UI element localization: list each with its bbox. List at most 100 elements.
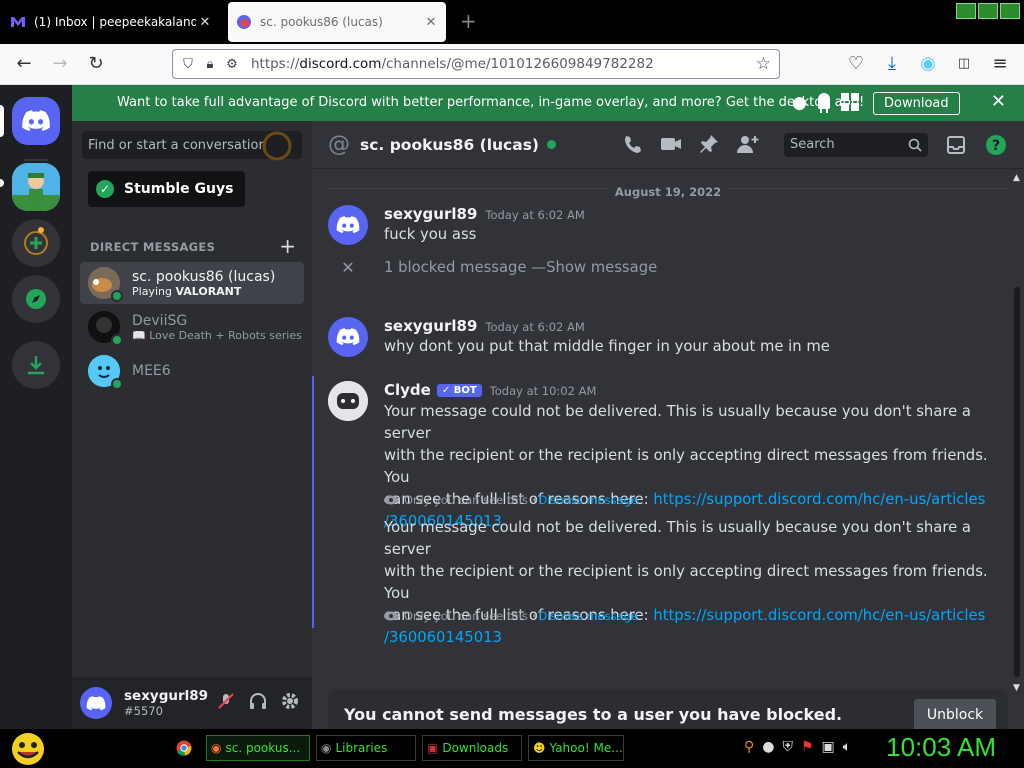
dismiss-message-link[interactable]: Dismiss message — [538, 609, 638, 623]
chat-title[interactable]: sc. pookus86 (lucas) — [360, 136, 539, 154]
message-item[interactable]: sexygurl89 Today at 6:02 AM fuck you ass — [312, 205, 1016, 253]
downloads-icon[interactable]: ⤓ — [880, 52, 904, 76]
reload-icon[interactable]: ↻ — [84, 52, 108, 76]
download-apps-button[interactable] — [12, 341, 60, 389]
blocked-notice-text: You cannot send messages to a user you h… — [344, 705, 843, 724]
close-banner-icon[interactable]: ✕ — [991, 91, 1006, 112]
banner-text: Want to take full advantage of Discord w… — [117, 95, 865, 110]
os-taskbar: ◉ sc. pookus... ◉ Libraries ▣ Downloads ☻ Ya… — [0, 729, 1024, 768]
lock-icon[interactable]: 🔒︎ — [199, 57, 221, 72]
support-link-cont[interactable]: /360060145013 — [384, 627, 1016, 649]
message-content: Your message could not be delivered. Thi… — [384, 401, 1016, 533]
search-tray-icon[interactable]: ⚲ — [744, 739, 754, 755]
tab-discord[interactable]: sc. pookus86 (lucas) ✕ — [228, 2, 446, 42]
shield-icon[interactable]: ⛉ — [177, 57, 199, 72]
clyde-avatar[interactable] — [328, 381, 368, 421]
start-smiley-icon[interactable] — [8, 731, 48, 767]
permissions-icon[interactable]: ⚙ — [221, 57, 243, 72]
action-center-tray-icon[interactable]: ⚑ — [801, 739, 814, 755]
show-message-link[interactable]: Show message — [546, 259, 657, 276]
dm-item-deviisg[interactable]: DeviiSG 📖 Love Death + Robots series... — [80, 306, 304, 348]
mute-mic-icon[interactable] — [216, 691, 236, 711]
minimize-button[interactable] — [956, 3, 976, 19]
close-tab-icon[interactable]: ✕ — [422, 15, 440, 30]
bookmark-star-icon[interactable]: ☆ — [756, 54, 771, 74]
network-tray-icon[interactable]: ▣ — [822, 739, 835, 755]
url-prefix: https:// — [251, 56, 300, 72]
help-icon[interactable]: ? — [986, 135, 1006, 155]
support-link[interactable]: https://support.discord.com/hc/en-us/art… — [653, 491, 985, 508]
dm-item-pookus[interactable]: sc. pookus86 (lucas) Playing VALORANT — [80, 262, 304, 304]
new-tab-button[interactable]: + — [460, 9, 477, 33]
add-friends-to-dm-icon[interactable] — [736, 133, 760, 155]
safely-remove-tray-icon[interactable]: ⛨ — [782, 739, 793, 755]
online-status-icon — [547, 140, 557, 149]
message-author[interactable]: sexygurl89 — [384, 205, 477, 223]
discord-logo-icon — [336, 216, 360, 234]
message-content: fuck you ass — [384, 226, 477, 243]
message-author[interactable]: Clyde — [384, 381, 431, 399]
message-header: sexygurl89 Today at 6:02 AM — [384, 317, 585, 335]
dm-sidebar: Find or start a conversation ✓ Stumble G… — [72, 121, 312, 729]
close-window-button[interactable] — [1000, 3, 1020, 19]
create-dm-button[interactable]: + — [279, 234, 296, 258]
server-stumble-guys[interactable] — [12, 163, 60, 211]
activity-prefix: Playing — [132, 284, 176, 298]
chat-scrollbar[interactable]: ▲ ▼ — [1010, 173, 1024, 693]
add-server-icon — [24, 227, 48, 255]
home-button[interactable] — [12, 97, 60, 145]
dismiss-message-link[interactable]: Dismiss message — [538, 493, 638, 507]
extension-icon[interactable]: ◫ — [952, 52, 976, 76]
unblock-button[interactable]: Unblock — [914, 699, 996, 731]
taskbar-item-firefox[interactable]: ◉ sc. pookus... — [206, 735, 310, 761]
mobile-online-status-icon — [111, 334, 123, 346]
headphones-icon[interactable] — [248, 691, 268, 711]
server-list — [0, 85, 72, 729]
message-author[interactable]: sexygurl89 — [384, 317, 477, 335]
scroll-up-icon[interactable]: ▲ — [1013, 173, 1020, 183]
dm-item-mee6[interactable]: MEE6 — [80, 350, 304, 392]
forward-icon[interactable]: → — [48, 52, 72, 76]
inbox-icon[interactable] — [946, 135, 966, 155]
taskbar-item-libraries[interactable]: ◉ Libraries — [316, 735, 416, 761]
window-controls — [956, 3, 1020, 19]
user-avatar[interactable] — [80, 687, 112, 719]
chrome-icon[interactable] — [176, 740, 192, 756]
ephemeral-note: Only you can see this • Dismiss message — [384, 493, 638, 507]
download-app-button[interactable]: Download — [873, 92, 960, 115]
pinned-messages-icon[interactable] — [698, 133, 720, 155]
menu-icon[interactable]: ≡ — [988, 52, 1012, 76]
search-input[interactable]: Search — [784, 133, 928, 157]
dm-activity: Playing VALORANT — [132, 285, 302, 298]
back-icon[interactable]: ← — [12, 52, 36, 76]
date-divider: August 19, 2022 — [312, 181, 1024, 200]
support-link[interactable]: https://support.discord.com/hc/en-us/art… — [653, 607, 985, 624]
video-call-icon[interactable] — [660, 133, 682, 155]
chat-toolbar — [622, 133, 760, 155]
address-bar[interactable]: ⛉ 🔒︎ ⚙ https://discord.com/channels/@me/… — [172, 49, 780, 79]
url-text: https://discord.com/channels/@me/1010126… — [251, 56, 654, 72]
tab-inbox[interactable]: (1) Inbox | peepeekakaland@pr ✕ — [0, 2, 220, 42]
scroll-down-icon[interactable]: ▼ — [1013, 683, 1020, 693]
tab-title: sc. pookus86 (lucas) — [260, 15, 383, 29]
taskbar-clock[interactable]: 10:03 AM — [886, 732, 996, 763]
clyde-message[interactable]: Clyde ✓ BOT Today at 10:02 AM Your messa… — [312, 381, 1016, 646]
blocked-x-icon: ✕ — [341, 257, 355, 277]
message-avatar[interactable] — [328, 317, 368, 357]
pocket-icon[interactable]: ♡ — [844, 52, 868, 76]
close-tab-icon[interactable]: ✕ — [196, 15, 214, 30]
taskbar-item-yahoo[interactable]: ☻ Yahoo! Me... — [528, 735, 624, 761]
scroll-thumb[interactable] — [1014, 287, 1020, 677]
settings-gear-icon[interactable] — [280, 691, 300, 711]
explore-servers-button[interactable] — [12, 275, 60, 323]
taskbar-item-downloads[interactable]: ▣ Downloads — [422, 735, 522, 761]
voice-call-icon[interactable] — [622, 133, 644, 155]
message-item[interactable]: sexygurl89 Today at 6:02 AM why dont you… — [312, 317, 1016, 365]
message-content: Your message could not be delivered. Thi… — [384, 517, 1016, 649]
profile-icon[interactable]: ◉ — [916, 52, 940, 76]
add-server-button[interactable] — [12, 219, 60, 267]
maximize-button[interactable] — [978, 3, 998, 19]
message-avatar[interactable] — [328, 205, 368, 245]
volume-tray-icon[interactable]: 🔈︎ — [843, 739, 851, 755]
status-tray-icon[interactable]: ● — [762, 739, 774, 755]
